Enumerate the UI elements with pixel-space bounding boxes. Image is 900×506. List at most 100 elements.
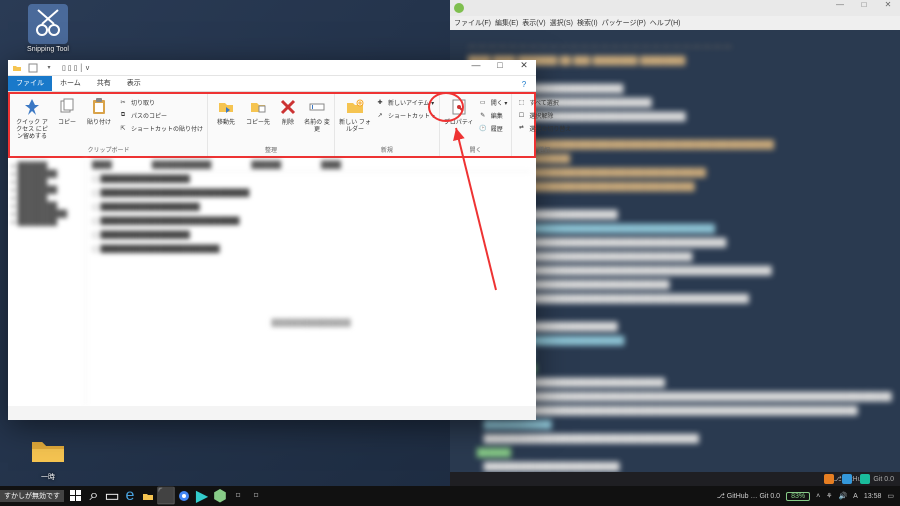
- status-git[interactable]: Git 0.0: [873, 476, 894, 483]
- new-item-button[interactable]: ✚新しいアイテム ▾: [375, 96, 435, 108]
- menu-package[interactable]: パッケージ(P): [602, 18, 646, 28]
- tab-share[interactable]: 共有: [89, 76, 119, 91]
- paste-shortcut-icon: ⇱: [118, 123, 128, 133]
- new-item-icon: ✚: [375, 97, 385, 107]
- taskbar-app-store[interactable]: ⬛: [158, 488, 174, 504]
- start-button[interactable]: [68, 488, 84, 504]
- tray-icons: [824, 474, 870, 484]
- menu-file[interactable]: ファイル(F): [454, 18, 491, 28]
- tray-icon-2[interactable]: [842, 474, 852, 484]
- tray-network-icon[interactable]: ⚘: [826, 492, 832, 500]
- atom-icon: [454, 3, 464, 13]
- folder-icon: [28, 430, 68, 470]
- tray-notifications-icon[interactable]: ▭: [887, 492, 894, 500]
- taskbar-status-text: すかしが無効です: [0, 490, 64, 502]
- explorer-body: ▸ ██████▸ ████████▸ ██████▸ ████████▸ ██…: [8, 158, 536, 406]
- desktop-icon-folder[interactable]: 一時: [18, 430, 78, 482]
- tray-clock[interactable]: 13:58: [864, 493, 882, 500]
- explorer-nav-pane[interactable]: ▸ ██████▸ ████████▸ ██████▸ ████████▸ ██…: [8, 158, 86, 406]
- new-folder-icon: [344, 96, 366, 118]
- taskbar-app-atom[interactable]: ⬢: [212, 488, 228, 504]
- copy-button[interactable]: コピー: [54, 96, 80, 144]
- paste-button[interactable]: 貼り付け: [84, 96, 114, 144]
- select-all-button[interactable]: ⬚すべて選択: [516, 96, 571, 108]
- editor-maximize-button[interactable]: □: [852, 0, 876, 16]
- properties-icon: [448, 96, 470, 118]
- tray-ime[interactable]: A: [853, 493, 858, 500]
- editor-titlebar[interactable]: — □ ✕: [450, 0, 900, 16]
- pin-icon: [21, 96, 43, 118]
- desktop-icon-label: 一時: [18, 472, 78, 482]
- explorer-file-list[interactable]: ██████████████████████████ ▢ ███████████…: [86, 158, 536, 406]
- taskbar-app-generic-2[interactable]: ▫: [248, 488, 264, 504]
- new-shortcut-button[interactable]: ↗ショートカット ▾: [375, 109, 435, 121]
- paste-icon: [88, 96, 110, 118]
- folder-icon: [10, 61, 24, 75]
- editor-minimize-button[interactable]: —: [828, 0, 852, 16]
- cut-button[interactable]: ✂切り取り: [118, 96, 203, 108]
- taskbar-app-explorer[interactable]: [140, 488, 156, 504]
- menu-edit[interactable]: 編集(E): [495, 18, 518, 28]
- paste-shortcut-button[interactable]: ⇱ショートカットの貼り付け: [118, 122, 203, 134]
- taskbar: すかしが無効です ⌕ ▭ e ⬛ ▶ ⬢ ▫ ▫ ⎇ GitHub … Git …: [0, 486, 900, 506]
- taskbar-app-chrome[interactable]: [176, 488, 192, 504]
- history-button[interactable]: 🕑履歴: [478, 122, 508, 134]
- task-view-button[interactable]: ▭: [104, 488, 120, 504]
- qat-icon[interactable]: [26, 61, 40, 75]
- edit-button[interactable]: ✎編集: [478, 109, 508, 121]
- desktop-icon-label: Snipping Tool: [18, 46, 78, 53]
- menu-select[interactable]: 選択(S): [550, 18, 573, 28]
- explorer-minimize-button[interactable]: —: [464, 60, 488, 76]
- open-button[interactable]: ▭開く ▾: [478, 96, 508, 108]
- taskbar-app-generic-1[interactable]: ▫: [230, 488, 246, 504]
- menu-view[interactable]: 表示(V): [522, 18, 545, 28]
- ribbon-group-new: 新しい フォルダー ✚新しいアイテム ▾ ↗ショートカット ▾ 新規: [335, 94, 440, 156]
- ribbon-help-button[interactable]: ?: [518, 79, 530, 91]
- invert-selection-icon: ⮂: [516, 123, 526, 133]
- move-to-button[interactable]: 移動先: [212, 96, 240, 144]
- explorer-window: ▾ ▯ ▯ ▯ │ v — □ ✕ ファイル ホーム 共有 表示 ? クイック …: [8, 60, 536, 420]
- ribbon-group-open: プロパティ ▭開く ▾ ✎編集 🕑履歴 開く: [440, 94, 513, 156]
- tab-file[interactable]: ファイル: [8, 76, 52, 91]
- tray-chevron[interactable]: ˄: [816, 493, 820, 500]
- taskbar-app-vscode[interactable]: ▶: [194, 488, 210, 504]
- tray-volume-icon[interactable]: 🔊: [838, 492, 847, 500]
- explorer-maximize-button[interactable]: □: [488, 60, 512, 76]
- edit-icon: ✎: [478, 110, 488, 120]
- delete-button[interactable]: 削除: [276, 96, 300, 144]
- ribbon: クイック アクセス にピン留めする コピー 貼り付け ✂切り取り ⧉パスのコピー…: [8, 92, 536, 158]
- select-none-icon: ☐: [516, 110, 526, 120]
- delete-icon: [277, 96, 299, 118]
- desktop-icon-snipping-tool[interactable]: Snipping Tool: [18, 4, 78, 53]
- menu-find[interactable]: 検索(I): [577, 18, 598, 28]
- copy-icon: [56, 96, 78, 118]
- pin-to-quick-access-button[interactable]: クイック アクセス にピン留めする: [14, 96, 50, 144]
- select-none-button[interactable]: ☐選択解除: [516, 109, 571, 121]
- copy-to-button[interactable]: コピー先: [244, 96, 272, 144]
- ribbon-group-organize: 移動先 コピー先 削除 名前の 変更 整理: [208, 94, 335, 156]
- editor-close-button[interactable]: ✕: [876, 0, 900, 16]
- new-folder-button[interactable]: 新しい フォルダー: [339, 96, 371, 144]
- copy-path-button[interactable]: ⧉パスのコピー: [118, 109, 203, 121]
- move-to-icon: [215, 96, 237, 118]
- qat-dropdown-icon[interactable]: ▾: [42, 61, 56, 75]
- explorer-titlebar[interactable]: ▾ ▯ ▯ ▯ │ v — □ ✕: [8, 60, 536, 76]
- menu-help[interactable]: ヘルプ(H): [650, 18, 681, 28]
- tab-view[interactable]: 表示: [119, 76, 149, 91]
- tray-icon-3[interactable]: [860, 474, 870, 484]
- invert-selection-button[interactable]: ⮂選択の切り替え: [516, 122, 571, 134]
- tray-icon-1[interactable]: [824, 474, 834, 484]
- rename-button[interactable]: 名前の 変更: [304, 96, 330, 144]
- tray-battery[interactable]: 83%: [786, 492, 810, 501]
- tray-branch[interactable]: ⎇ GitHub … Git 0.0: [717, 492, 780, 500]
- taskbar-app-edge[interactable]: e: [122, 488, 138, 504]
- editor-menubar: ファイル(F) 編集(E) 表示(V) 選択(S) 検索(I) パッケージ(P)…: [450, 16, 900, 30]
- shortcut-icon: ↗: [375, 110, 385, 120]
- select-all-icon: ⬚: [516, 97, 526, 107]
- cut-icon: ✂: [118, 97, 128, 107]
- search-button[interactable]: ⌕: [86, 488, 102, 504]
- explorer-title-path: ▯ ▯ ▯ │ v: [62, 64, 89, 72]
- properties-button[interactable]: プロパティ: [444, 96, 474, 144]
- tab-home[interactable]: ホーム: [52, 76, 89, 91]
- explorer-close-button[interactable]: ✕: [512, 60, 536, 76]
